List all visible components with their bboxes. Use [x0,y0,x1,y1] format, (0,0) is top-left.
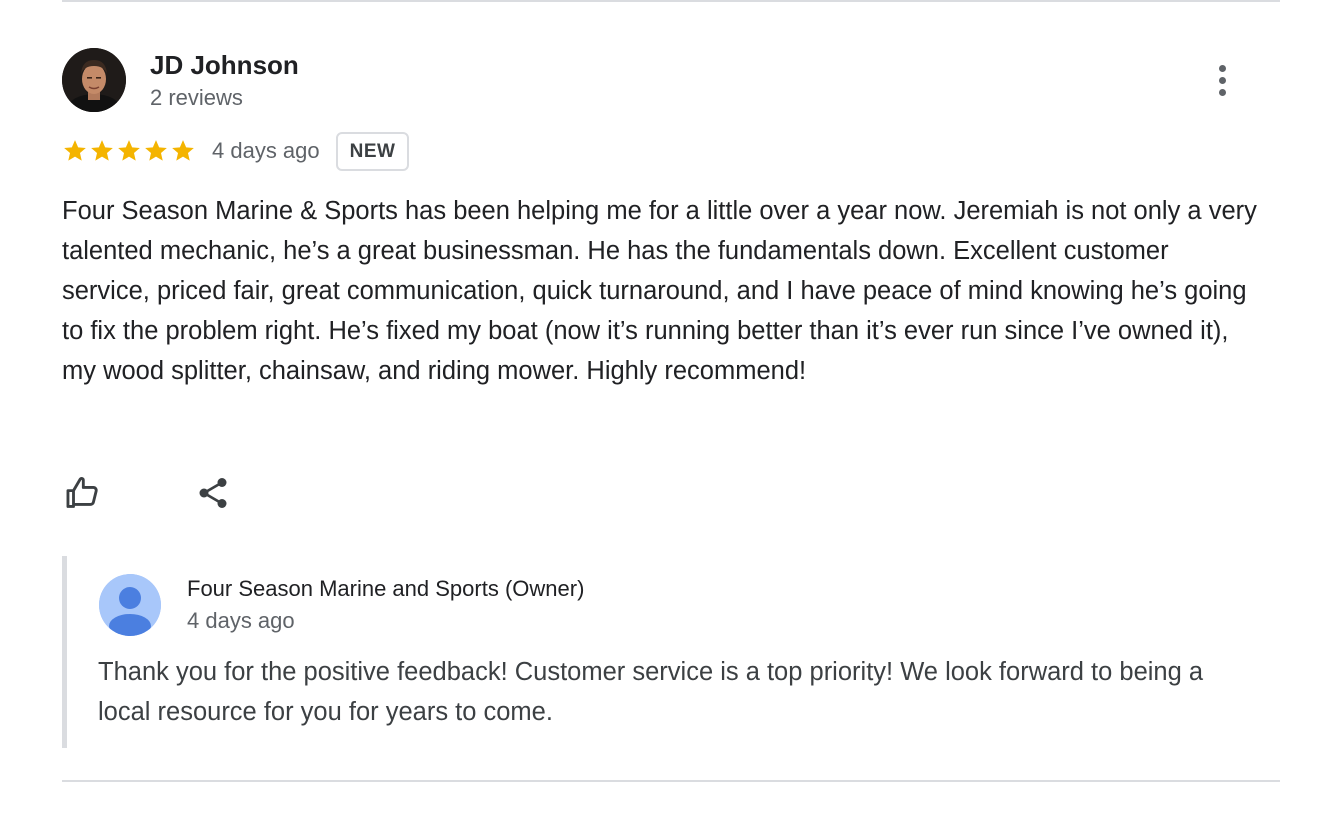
thumb-up-icon [66,477,98,508]
rating-row: 4 days ago NEW [62,130,410,172]
owner-name: Four Season Marine and Sports (Owner) [187,576,585,601]
owner-reply-text: Thank you for the positive feedback! Cus… [98,658,1204,726]
star-icon [145,140,167,161]
star-icon [118,140,140,161]
review-text: Four Season Marine & Sports has been hel… [62,197,1257,385]
person-icon [99,574,161,636]
like-button[interactable] [62,472,104,514]
more-vert-icon [1218,64,1226,72]
owner-reply: Four Season Marine and Sports (Owner) 4 … [62,556,1247,748]
owner-avatar [99,574,161,636]
reviewer-review-count[interactable]: 2 reviews [150,85,243,111]
reviewer-name[interactable]: JD Johnson [150,50,299,81]
star-icon [64,140,86,161]
owner-reply-date: 4 days ago [187,608,295,633]
star-rating [62,138,196,164]
reviewer-avatar[interactable] [62,48,126,112]
share-button[interactable] [192,472,234,514]
share-icon [199,478,227,508]
top-divider [62,0,1280,2]
star-icon [172,140,194,161]
new-badge: NEW [335,131,410,171]
more-options-button[interactable] [1204,60,1240,100]
review-actions [62,472,234,514]
star-icon [91,140,113,161]
review-date: 4 days ago [212,138,320,163]
bottom-divider [62,780,1280,782]
